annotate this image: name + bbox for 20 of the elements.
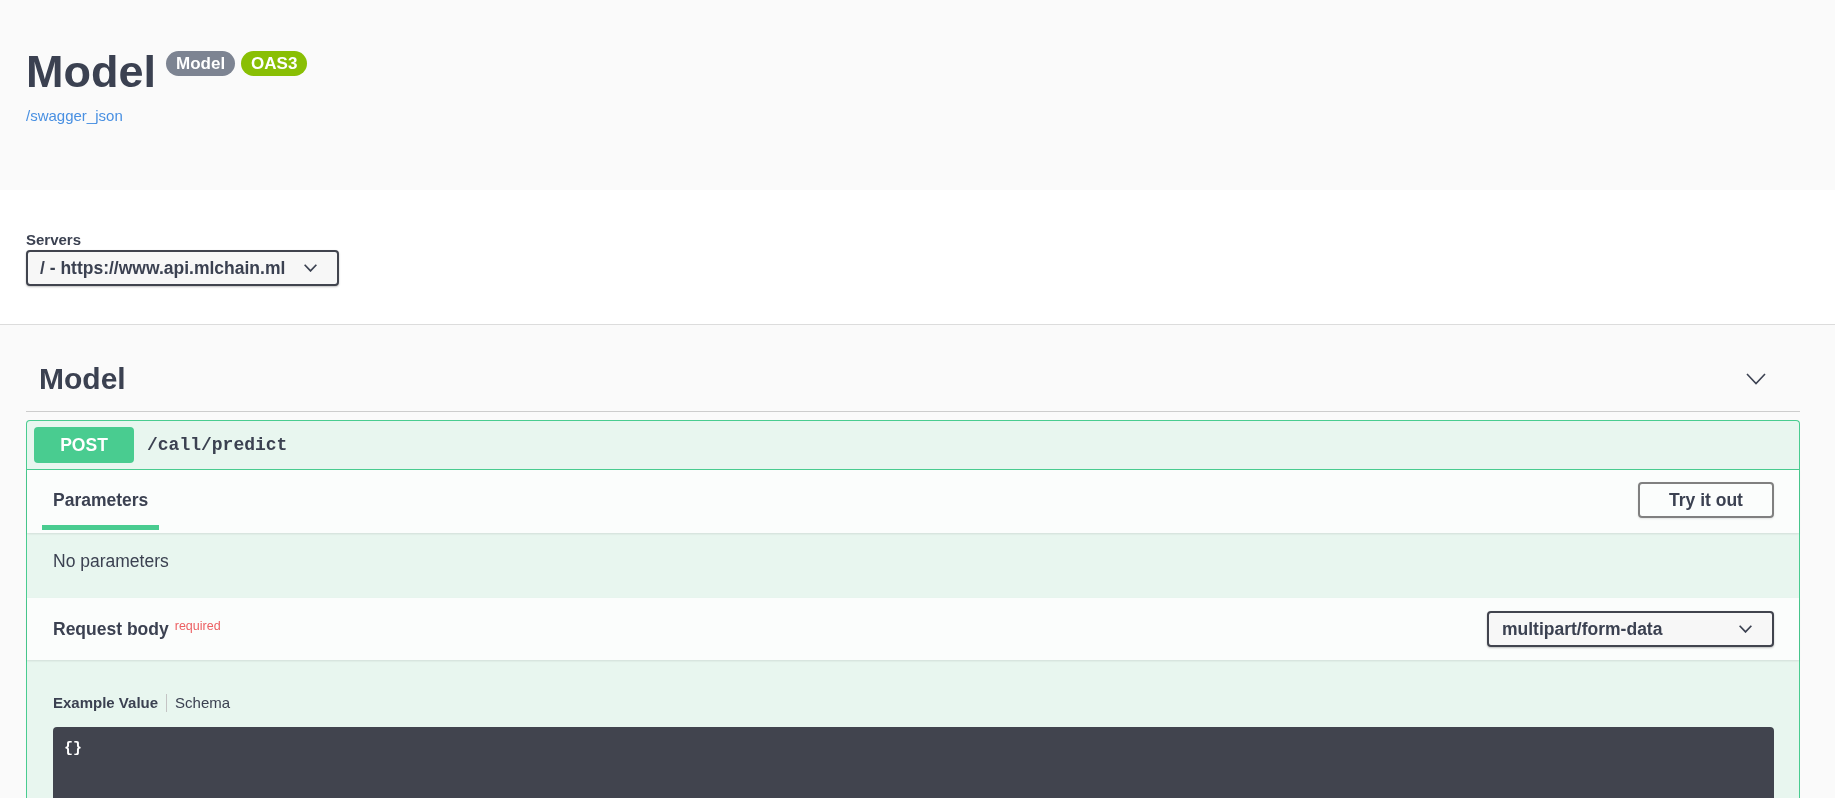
view-tab[interactable]: Example Value xyxy=(53,694,159,712)
try-it-out-button[interactable]: Try it out xyxy=(1638,482,1774,518)
empty-message: No parameters xyxy=(53,551,169,572)
tab[interactable]: Parameters xyxy=(42,470,160,530)
chevron-down-icon xyxy=(1739,625,1752,633)
servers-label: Servers xyxy=(26,231,82,249)
chevron-down-icon xyxy=(304,264,317,272)
example-code-block: {} xyxy=(53,727,1774,798)
section-heading: Model xyxy=(39,361,126,397)
version-badge: Model xyxy=(166,51,236,76)
server-select[interactable]: / - https://www.api.mlchain.ml xyxy=(26,250,339,286)
endpoint-path: /call/predict xyxy=(147,435,288,455)
page-title: Model xyxy=(26,45,156,99)
required-label: required xyxy=(174,618,221,634)
section-title: Request body xyxy=(53,618,169,640)
version-badge: OAS3 xyxy=(241,51,308,76)
chevron-down-icon[interactable] xyxy=(1745,373,1767,385)
view-tab[interactable]: Schema xyxy=(175,694,231,712)
method-badge: POST xyxy=(34,427,134,463)
content-type-select[interactable]: multipart/form-data xyxy=(1487,611,1774,647)
